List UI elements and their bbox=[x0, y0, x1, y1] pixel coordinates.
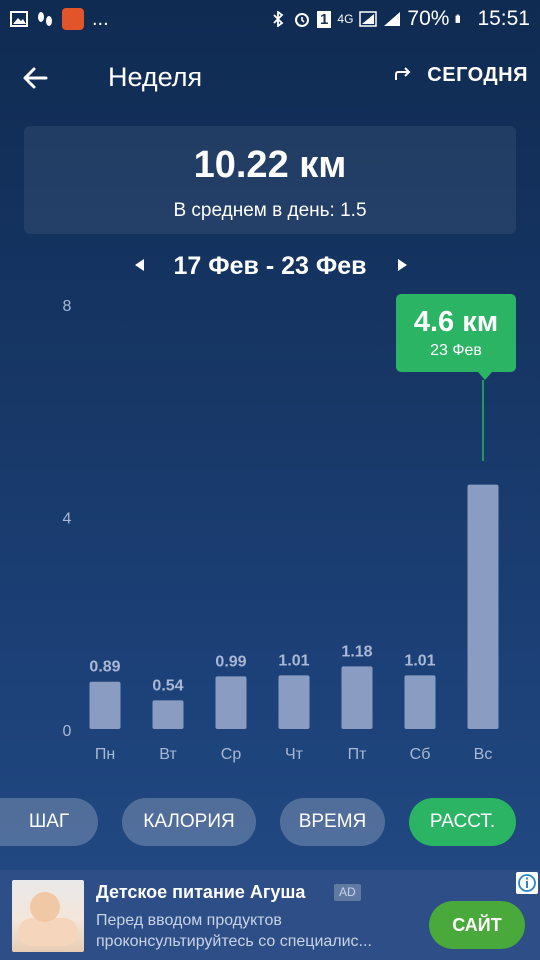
bar-value-label: 1.18 bbox=[341, 643, 372, 660]
previous-week-icon[interactable] bbox=[132, 256, 146, 274]
daily-average: В среднем в день: 1.5 bbox=[24, 200, 516, 222]
summary-card: 10.22 км В среднем в день: 1.5 bbox=[24, 126, 516, 234]
footsteps-icon bbox=[38, 12, 52, 26]
gallery-icon bbox=[10, 11, 28, 27]
ad-site-button[interactable]: САЙТ bbox=[429, 901, 525, 949]
y-tick-label: 4 bbox=[63, 511, 72, 528]
x-tick-label: Пт bbox=[348, 746, 368, 763]
tab-steps[interactable]: ШАГ bbox=[0, 798, 98, 846]
today-button[interactable]: СЕГОДНЯ bbox=[393, 64, 528, 87]
alarm-icon bbox=[295, 13, 310, 27]
ad-title: Детское питание Агуша bbox=[96, 882, 306, 902]
tab-distance[interactable]: РАССТ. bbox=[409, 798, 516, 846]
signal-2-icon bbox=[384, 12, 401, 26]
date-range-label: 17 Фев - 23 Фев bbox=[173, 251, 367, 280]
y-tick-label: 8 bbox=[63, 298, 72, 315]
tooltip-value: 4.6 км bbox=[413, 306, 499, 338]
ad-description: Перед вводом продуктов проконсультируйте… bbox=[96, 912, 372, 950]
ad-badge: AD bbox=[334, 884, 361, 901]
clock: 15:51 bbox=[477, 7, 530, 30]
sim-badge: 1 bbox=[317, 10, 332, 28]
battery-icon bbox=[455, 14, 461, 23]
average-label: В среднем в день: bbox=[173, 200, 335, 221]
x-tick-label: Ср bbox=[221, 746, 242, 763]
back-arrow-icon[interactable] bbox=[20, 62, 52, 94]
ad-image bbox=[12, 880, 84, 952]
bar-Вс[interactable] bbox=[467, 484, 499, 729]
next-week-icon[interactable] bbox=[396, 256, 410, 274]
bar-Вт[interactable] bbox=[152, 700, 184, 729]
bar-value-label: 1.01 bbox=[278, 652, 309, 669]
ad-banner[interactable]: Детское питание Агуша AD Перед вводом пр… bbox=[0, 870, 540, 960]
tab-time[interactable]: ВРЕМЯ bbox=[280, 798, 385, 846]
date-range-selector: 17 Фев - 23 Фев bbox=[0, 248, 540, 284]
x-tick-label: Пн bbox=[95, 746, 115, 763]
battery-percent: 70% bbox=[407, 7, 450, 30]
bar-value-label: 0.99 bbox=[215, 653, 246, 670]
x-tick-label: Вт bbox=[159, 746, 177, 763]
bar-Сб[interactable] bbox=[404, 675, 436, 729]
x-tick-label: Вс bbox=[474, 746, 493, 763]
today-label: СЕГОДНЯ bbox=[427, 64, 528, 86]
tooltip-date: 23 Фев bbox=[430, 342, 482, 359]
signal-1-icon bbox=[359, 11, 378, 27]
y-tick-label: 0 bbox=[63, 723, 72, 740]
app-notification-icon bbox=[62, 8, 84, 30]
bar-value-label: 1.01 bbox=[404, 652, 435, 669]
bar-value-label: 0.89 bbox=[89, 659, 120, 676]
metric-tabs: ШАГ КАЛОРИЯ ВРЕМЯ РАССТ. bbox=[0, 798, 540, 846]
tab-calories[interactable]: КАЛОРИЯ bbox=[122, 798, 256, 846]
bar-value-label: 0.54 bbox=[152, 677, 183, 694]
refresh-icon bbox=[395, 66, 411, 80]
x-tick-label: Чт bbox=[285, 746, 304, 763]
page-title: Неделя bbox=[108, 62, 203, 92]
average-value: 1.5 bbox=[340, 200, 367, 221]
bar-Пт[interactable] bbox=[341, 666, 373, 729]
x-tick-label: Сб bbox=[410, 746, 431, 763]
status-bar: ... 1 4G 70% 15:51 bbox=[0, 0, 540, 38]
total-distance: 10.22 км bbox=[193, 144, 347, 186]
ad-info-icon[interactable] bbox=[516, 872, 538, 894]
network-type: 4G bbox=[337, 12, 354, 26]
bar-Чт[interactable] bbox=[278, 675, 310, 729]
bluetooth-icon bbox=[273, 11, 284, 27]
selected-day-tooltip[interactable]: 4.6 км 23 Фев bbox=[396, 294, 516, 380]
bar-Пн[interactable] bbox=[89, 681, 121, 729]
more-notifications: ... bbox=[92, 7, 109, 30]
app-header: Неделя СЕГОДНЯ bbox=[0, 50, 540, 106]
bar-Ср[interactable] bbox=[215, 676, 247, 729]
